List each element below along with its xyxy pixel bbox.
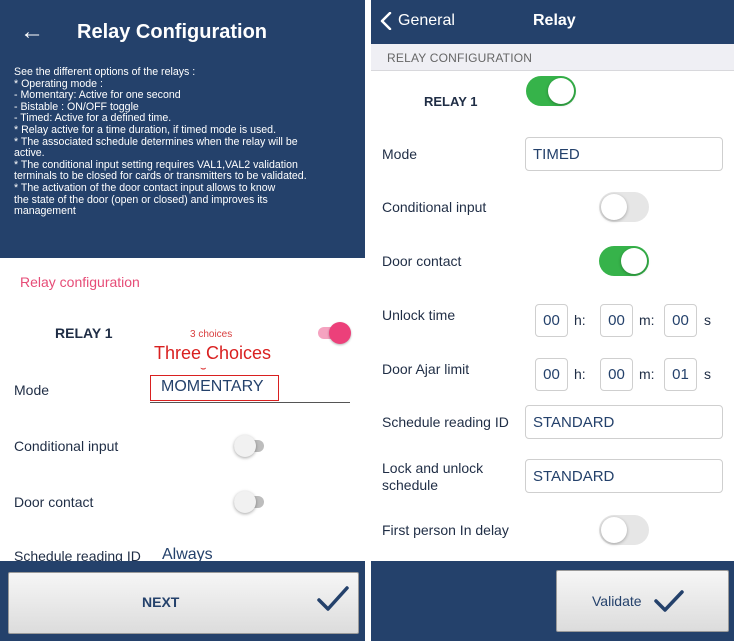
back-arrow-icon[interactable]: ← — [20, 18, 44, 46]
help-line: active. — [14, 147, 45, 160]
schedule-reading-label: Schedule reading ID — [382, 414, 509, 430]
checkmark-icon — [654, 590, 684, 612]
schedule-reading-field[interactable]: STANDARD — [525, 405, 723, 439]
mode-label: Mode — [14, 382, 50, 398]
lock-schedule-label: Lock and unlock schedule — [382, 460, 483, 494]
minutes-unit: m: — [639, 312, 655, 328]
back-button[interactable]: General — [398, 12, 455, 30]
screenshot: ← Relay Configuration See the different … — [0, 0, 734, 641]
conditional-input-label: Conditional input — [382, 199, 487, 215]
app-header: ← Relay Configuration See the different … — [0, 0, 365, 258]
unlock-minutes-input[interactable]: 00 — [600, 304, 633, 337]
door-ajar-label: Door Ajar limit — [382, 361, 470, 377]
ajar-seconds-input[interactable]: 01 — [664, 358, 697, 391]
toggle-knob — [329, 322, 351, 344]
choices-note: 3 choices — [190, 329, 233, 340]
unlock-hours-input[interactable]: 00 — [535, 304, 568, 337]
chevron-left-icon[interactable] — [379, 12, 393, 30]
door-contact-toggle[interactable] — [234, 491, 268, 513]
mode-label: Mode — [382, 146, 418, 162]
relay-label: RELAY 1 — [424, 94, 478, 109]
relay-label: RELAY 1 — [55, 325, 113, 341]
hours-unit: h: — [574, 366, 586, 382]
toggle-knob — [601, 194, 627, 220]
help-line: See the different options of the relays … — [14, 66, 196, 78]
ajar-minutes-input[interactable]: 00 — [600, 358, 633, 391]
next-button-label: NEXT — [142, 594, 180, 610]
unlock-time-label: Unlock time — [382, 307, 456, 323]
lock-schedule-value: STANDARD — [533, 468, 615, 485]
help-line: * Relay active for a time duration, if t… — [14, 123, 277, 136]
conditional-input-toggle[interactable] — [599, 192, 649, 222]
seconds-unit: s — [704, 312, 711, 328]
annotation-label: Three Choices — [154, 343, 272, 363]
next-button[interactable] — [8, 572, 359, 634]
toggle-knob — [548, 78, 574, 104]
lock-schedule-field[interactable]: STANDARD — [525, 459, 723, 493]
help-line: management — [14, 205, 76, 218]
mode-value: TIMED — [533, 146, 580, 163]
seconds-unit: s — [704, 366, 711, 382]
android-relay-screen: ← Relay Configuration See the different … — [0, 0, 365, 641]
conditional-input-label: Conditional input — [14, 438, 119, 454]
hours-unit: h: — [574, 312, 586, 328]
ios-relay-screen: General Relay RELAY CONFIGURATION RELAY … — [371, 0, 734, 641]
lock-schedule-label-line: schedule — [382, 477, 439, 493]
mode-field[interactable]: TIMED — [525, 137, 723, 171]
conditional-input-toggle[interactable] — [234, 435, 268, 457]
validate-button[interactable] — [556, 570, 729, 632]
help-line: * The associated schedule determines whe… — [14, 135, 298, 148]
mode-select[interactable]: MOMENTARY — [161, 378, 264, 396]
page-title: Relay Configuration — [77, 21, 268, 43]
door-contact-label: Door contact — [14, 494, 94, 510]
section-title: Relay configuration — [20, 274, 140, 290]
first-person-delay-label: First person In delay — [382, 522, 509, 538]
door-contact-toggle[interactable] — [599, 246, 649, 276]
help-text: See the different options of the relays … — [14, 66, 359, 218]
unlock-seconds-input[interactable]: 00 — [664, 304, 697, 337]
relay-toggle[interactable] — [318, 322, 351, 344]
validate-button-label: Validate — [592, 593, 642, 609]
toggle-knob — [601, 517, 627, 543]
lock-schedule-label-line: Lock and unlock — [382, 460, 484, 476]
help-line: * The activation of the door contact inp… — [14, 181, 276, 194]
page-title: Relay — [533, 12, 576, 29]
relay-toggle[interactable] — [526, 76, 576, 106]
ajar-hours-input[interactable]: 00 — [535, 358, 568, 391]
nav-bar: General Relay — [371, 0, 734, 44]
first-person-delay-toggle[interactable] — [599, 515, 649, 545]
mode-underline — [150, 402, 350, 403]
schedule-reading-value: STANDARD — [533, 414, 615, 431]
checkmark-icon — [317, 586, 349, 611]
annotation-brace-icon: ⌣ — [200, 363, 207, 374]
minutes-unit: m: — [639, 366, 655, 382]
toggle-knob — [234, 435, 256, 457]
door-contact-label: Door contact — [382, 253, 462, 269]
toggle-knob — [621, 248, 647, 274]
toggle-knob — [234, 491, 256, 513]
section-title: RELAY CONFIGURATION — [387, 51, 533, 65]
